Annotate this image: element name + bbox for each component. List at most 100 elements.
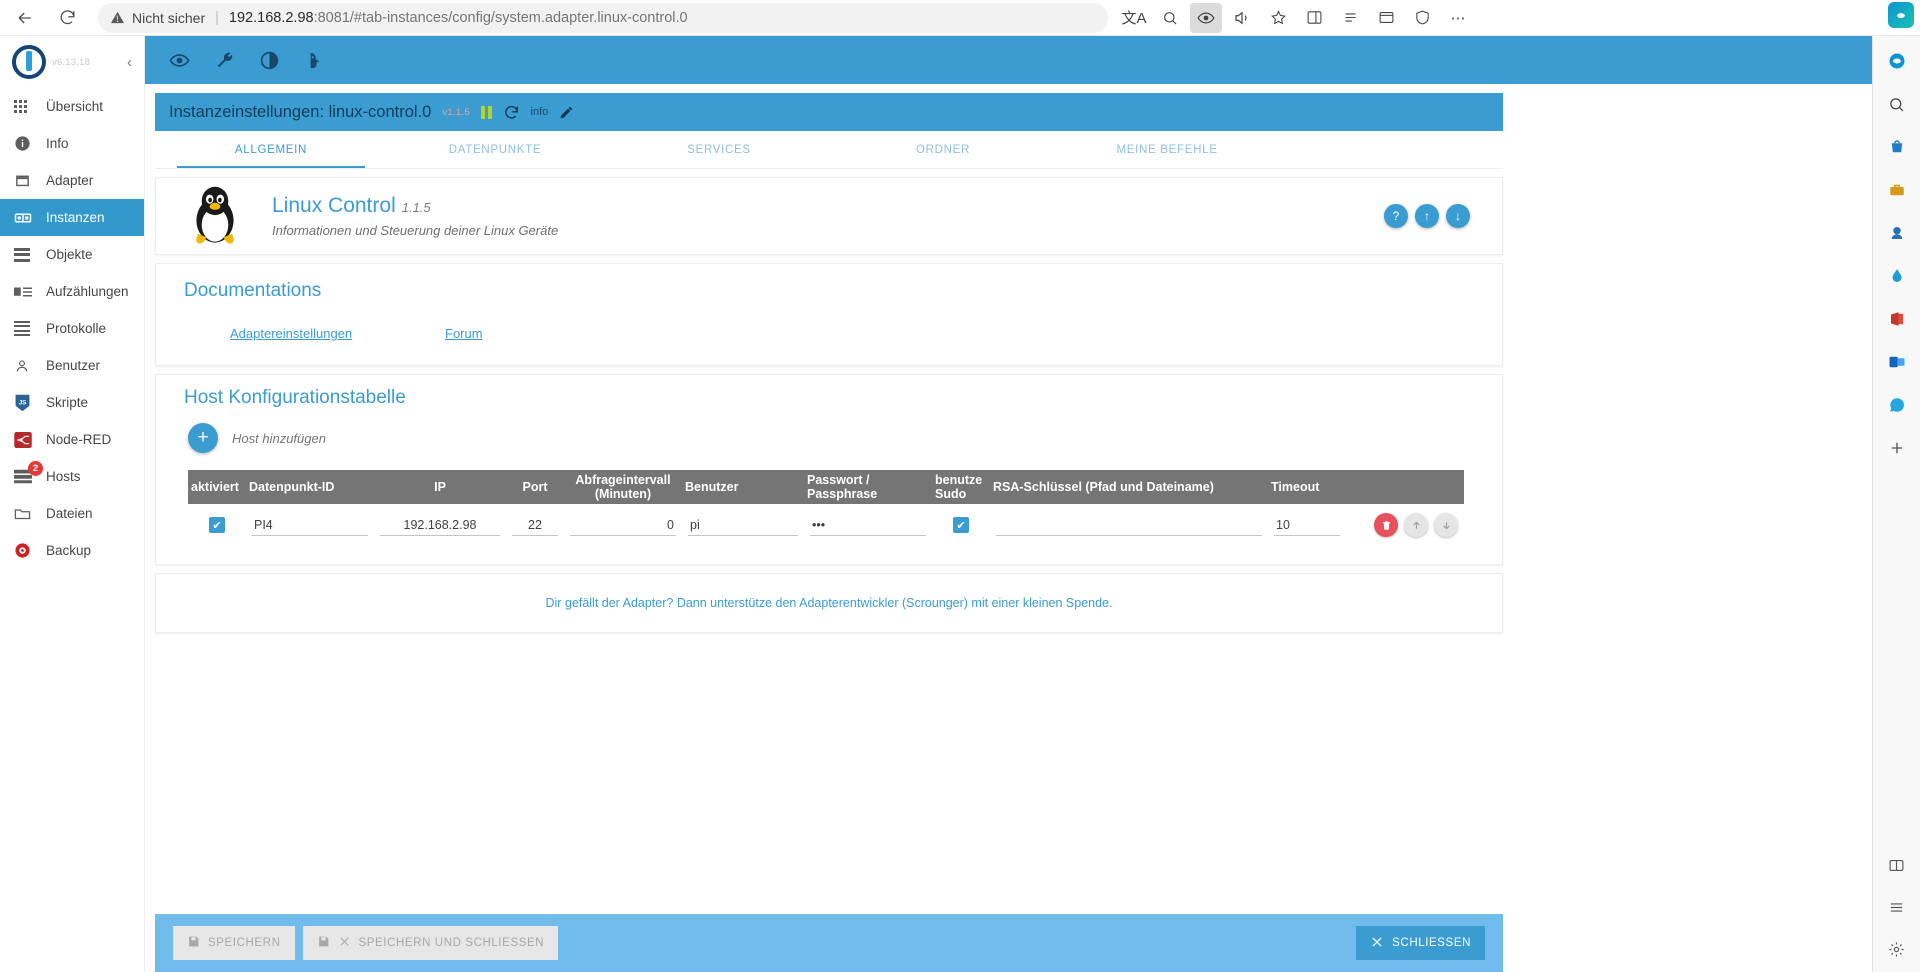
rsa-key-input[interactable] [996,514,1262,536]
close-button[interactable]: SCHLIESSEN [1356,926,1485,960]
sidebar-item-instanzen[interactable]: Instanzen [0,199,144,236]
whatsapp-icon[interactable] [1882,390,1912,420]
tab-datenpunkte[interactable]: DATENPUNKTE [383,131,607,168]
read-aloud-icon[interactable] [1226,3,1258,33]
datapoint-id-input[interactable] [252,514,368,536]
edge-sidebar-bottom [1882,850,1912,964]
copilot-icon[interactable] [1882,46,1912,76]
tab-allgemein[interactable]: ALLGEMEIN [159,131,383,168]
save-button[interactable]: SPEICHERN [173,926,295,960]
sidebar-item-adapter[interactable]: Adapter [0,162,144,199]
password-input[interactable] [810,514,926,536]
delete-icon[interactable] [1374,513,1398,537]
main-content: Instanzeinstellungen: linux-control.0 v1… [145,36,1872,972]
settings-icon[interactable] [1882,934,1912,964]
sidebar-item-node-red[interactable]: Node-RED [0,421,144,458]
customize-icon[interactable] [1882,892,1912,922]
tab-meine-befehle[interactable]: MEINE BEFEHLE [1055,131,1279,168]
pencil-icon[interactable] [559,105,574,120]
sudo-checkbox[interactable]: ✔ [953,517,969,533]
address-bar[interactable]: Nicht sicher | 192.168.2.98:8081/#tab-in… [98,2,1108,33]
back-button[interactable] [8,3,42,33]
sidebar-item-uebersicht[interactable]: Übersicht [0,88,144,125]
collections-icon[interactable] [1334,3,1366,33]
reload-button[interactable] [50,3,84,33]
config-tabs: ALLGEMEIN DATENPUNKTE SERVICES ORDNER ME… [155,131,1503,169]
svg-text:JS: JS [19,399,27,406]
tab-services[interactable]: SERVICES [607,131,831,168]
sidebar-item-objekte[interactable]: Objekte [0,236,144,273]
tab-ordner[interactable]: ORDNER [831,131,1055,168]
interval-input[interactable] [570,514,676,536]
refresh-icon[interactable] [503,104,520,121]
browser-essentials-icon[interactable] [1370,3,1402,33]
node-red-icon [14,431,36,449]
drop-icon[interactable] [1882,261,1912,291]
enabled-checkbox[interactable]: ✔ [209,517,225,533]
sidebar-item-label: Übersicht [46,99,104,114]
help-icon[interactable]: ? [1384,204,1408,228]
sidebar-item-label: Dateien [46,506,93,521]
sidebar-item-skripte[interactable]: JS Skripte [0,384,144,421]
outlook-icon[interactable] [1882,347,1912,377]
link-forum[interactable]: Forum [445,326,483,341]
host-configuration-table: aktiviert Datenpunkt-ID IP Port Abfragei… [188,470,1464,546]
user-input[interactable] [688,514,798,536]
office-icon[interactable] [1882,304,1912,334]
shopping-icon[interactable] [1882,132,1912,162]
split-screen-icon[interactable] [1298,3,1330,33]
files-icon [14,505,36,523]
sidebar-item-label: Instanzen [46,210,105,225]
sidebar-item-dateien[interactable]: Dateien [0,495,144,532]
ip-input[interactable] [380,514,500,536]
search-icon[interactable] [1154,3,1186,33]
port-input[interactable] [512,514,558,536]
sidebar-item-label: Benutzer [46,358,101,373]
close-icon [338,935,351,951]
tools-icon[interactable] [1882,175,1912,205]
col-port: Port [506,470,564,504]
sidebar-item-info[interactable]: Info [0,125,144,162]
link-adaptereinstellungen[interactable]: Adaptereinstellungen [230,326,445,341]
cell-enabled: ✔ [188,504,246,546]
instance-info-label[interactable]: info [531,106,549,118]
read-aloud-eye-icon[interactable] [1190,2,1222,33]
sidebar-item-benutzer[interactable]: Benutzer [0,347,144,384]
more-icon[interactable]: ⋯ [1442,3,1474,33]
sidebar-item-label: Objekte [46,247,93,262]
games-icon[interactable] [1882,218,1912,248]
instance-config-wrapper: Instanzeinstellungen: linux-control.0 v1… [155,93,1503,972]
upload-icon[interactable]: ↑ [1415,204,1439,228]
split-icon[interactable] [1882,850,1912,880]
plus-icon[interactable]: + [188,423,218,453]
favorite-star-icon[interactable] [1262,3,1294,33]
edge-sidebar [1872,36,1920,972]
eye-icon[interactable] [169,50,190,71]
download-icon[interactable]: ↓ [1446,204,1470,228]
translate-icon[interactable]: 文A [1118,3,1150,33]
add-icon[interactable] [1882,433,1912,463]
cell-datapoint-id [246,504,374,546]
donate-text[interactable]: Dir gefällt der Adapter? Dann unterstütz… [546,596,1113,610]
wrench-icon[interactable] [214,50,235,71]
sidebar-item-protokolle[interactable]: Protokolle [0,310,144,347]
search-icon[interactable] [1882,89,1912,119]
pause-icon[interactable] [481,105,492,119]
save-and-close-button[interactable]: SPEICHERN UND SCHLIESSEN [302,926,559,960]
sidebar-item-hosts[interactable]: 2 Hosts [0,458,144,495]
sidebar-collapse-button[interactable]: ‹ [127,54,132,71]
browser-action-icons: 文A ⋯ [1118,2,1482,33]
move-up-icon[interactable] [1404,513,1428,537]
move-down-icon[interactable] [1434,513,1458,537]
expert-mode-icon[interactable] [304,50,324,71]
col-aktiviert: aktiviert [188,470,246,504]
objects-icon [14,246,36,264]
adapter-action-buttons: ? ↑ ↓ [1384,204,1470,228]
contrast-icon[interactable] [259,50,280,71]
sidebar-item-aufzaehlungen[interactable]: Aufzählungen [0,273,144,310]
adapter-info-card: Linux Control 1.1.5 Informationen und Ste… [155,177,1503,255]
sidebar-item-backup[interactable]: Backup [0,532,144,569]
timeout-input[interactable] [1274,514,1340,536]
copilot-badge-icon[interactable] [1888,2,1914,28]
shield-icon[interactable] [1406,3,1438,33]
